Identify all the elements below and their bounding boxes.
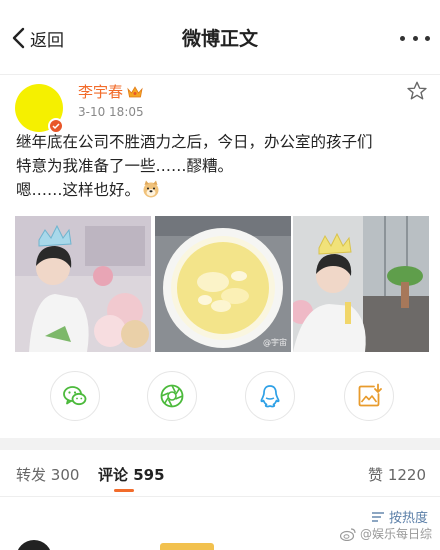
watermark-text: @娱乐每日综 [359, 527, 432, 541]
tabs-divider [0, 496, 440, 497]
tab-label: 评论 [98, 466, 129, 484]
post-image-3[interactable] [293, 216, 429, 352]
more-options-button[interactable] [400, 28, 430, 48]
tab-count: 300 [50, 466, 80, 484]
vip-badge-icon [160, 543, 214, 550]
wechat-icon [63, 386, 87, 406]
page-watermark: @娱乐每日综 [339, 525, 432, 542]
active-tab-indicator [114, 489, 134, 492]
photo-person-with-crown-flowers-icon [15, 216, 151, 352]
post-text-line: 特意为我准备了一些……醪糟。 [16, 157, 234, 175]
tab-label: 赞 [368, 466, 384, 484]
more-dot-icon [400, 35, 405, 41]
comment-avatar[interactable] [16, 540, 52, 550]
interaction-tabs: 转发 300 评论 595 赞 1220 [0, 450, 440, 496]
post-image-1[interactable] [15, 216, 151, 352]
post-timestamp: 3-10 18:05 [78, 105, 144, 119]
save-image-button[interactable] [344, 371, 394, 421]
author-name[interactable]: 李宇春 [78, 81, 123, 102]
section-separator [0, 438, 440, 450]
weibo-logo-icon [339, 527, 356, 541]
qq-icon [260, 385, 280, 408]
tab-likes[interactable]: 赞 1220 [368, 464, 426, 485]
more-dot-icon [425, 35, 430, 41]
moments-icon [160, 384, 184, 408]
save-image-icon [358, 383, 382, 407]
doge-emoji-icon [143, 180, 159, 198]
tab-count: 595 [133, 466, 165, 484]
nav-divider [0, 74, 440, 75]
photo-bowl-of-jiuniang-icon [155, 216, 291, 352]
sort-label: 按热度 [388, 511, 428, 526]
share-moments-button[interactable] [147, 371, 197, 421]
author-row: 李宇春 [78, 81, 143, 102]
photo-person-with-crown-plant-icon [293, 216, 429, 352]
tab-reposts[interactable]: 转发 300 [16, 464, 79, 485]
post-image-2[interactable]: @宇宙 [155, 216, 291, 352]
share-wechat-button[interactable] [50, 371, 100, 421]
post-text-line: 继年底在公司不胜酒力之后，今日，办公室的孩子们 [16, 133, 373, 151]
sort-icon [371, 511, 384, 522]
post-text: 继年底在公司不胜酒力之后，今日，办公室的孩子们 特意为我准备了一些……醪糟。 嗯… [16, 130, 428, 202]
post-text-line: 嗯……这样也好。 [16, 181, 141, 199]
page-title: 微博正文 [181, 28, 258, 50]
tab-comments[interactable]: 评论 595 [98, 464, 165, 485]
sort-button[interactable]: 按热度 [371, 507, 428, 526]
crown-icon [127, 85, 143, 97]
star-icon[interactable] [406, 80, 428, 102]
post-text-line-with-emoji: 嗯……这样也好。 [16, 178, 428, 202]
share-qq-button[interactable] [245, 371, 295, 421]
tab-count: 1220 [387, 466, 426, 484]
tab-label: 转发 [16, 466, 47, 484]
navigation-bar: 返回 微博正文 [0, 0, 440, 76]
image-watermark: @宇宙 [263, 338, 287, 347]
more-dot-icon [412, 35, 418, 41]
